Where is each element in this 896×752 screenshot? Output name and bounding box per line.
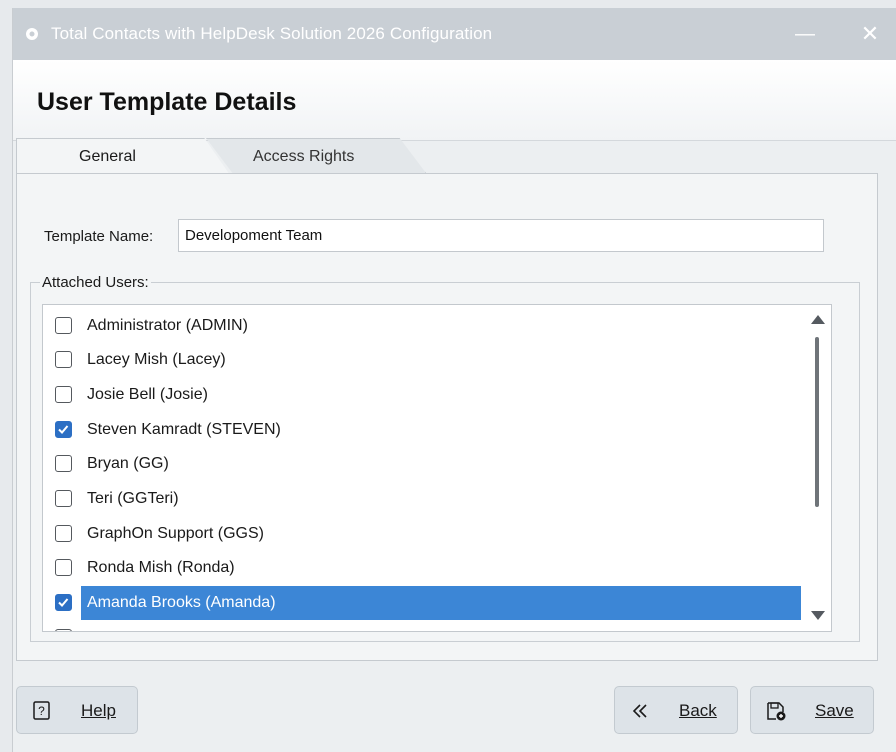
list-item-selected[interactable]: Amanda Brooks (Amanda): [43, 586, 803, 620]
help-button-label: Help: [81, 701, 116, 720]
list-item[interactable]: Teri (GGTeri): [43, 482, 803, 516]
save-button[interactable]: Save: [750, 686, 874, 734]
user-checkbox[interactable]: [55, 594, 72, 611]
user-label: Amanda Brooks (Amanda): [87, 594, 276, 611]
list-item[interactable]: Ronda Mish (Ronda): [43, 551, 803, 585]
user-checkbox[interactable]: [55, 559, 72, 576]
tab-access-rights-label: Access Rights: [253, 148, 355, 165]
list-item-partial[interactable]: [43, 621, 803, 631]
svg-text:?: ?: [38, 704, 45, 718]
header-band: User Template Details: [13, 60, 896, 141]
attached-users-list[interactable]: Administrator (ADMIN) Lacey Mish (Lacey)…: [42, 304, 832, 632]
scroll-up-arrow-icon[interactable]: [811, 315, 825, 324]
user-checkbox[interactable]: [55, 629, 72, 631]
user-checkbox[interactable]: [55, 386, 72, 403]
list-item[interactable]: Lacey Mish (Lacey): [43, 343, 803, 377]
close-button[interactable]: ✕: [856, 20, 884, 48]
user-label: Administrator (ADMIN): [87, 317, 248, 334]
list-item[interactable]: Administrator (ADMIN): [43, 309, 803, 343]
user-checkbox[interactable]: [55, 525, 72, 542]
scroll-down-arrow-icon[interactable]: [811, 611, 825, 620]
tab-access-rights[interactable]: Access Rights: [206, 138, 426, 173]
user-checkbox[interactable]: [55, 317, 72, 334]
save-button-label: Save: [815, 701, 854, 720]
user-label: Lacey Mish (Lacey): [87, 351, 226, 368]
attached-users-label: Attached Users:: [40, 274, 151, 291]
user-label: Ronda Mish (Ronda): [87, 559, 235, 576]
user-label: Teri (GGTeri): [87, 490, 179, 507]
tab-general[interactable]: General: [16, 138, 230, 175]
minimize-button[interactable]: —: [791, 20, 819, 48]
user-label: Bryan (GG): [87, 455, 169, 472]
vertical-scrollbar[interactable]: [803, 305, 831, 631]
user-label: Steven Kamradt (STEVEN): [87, 421, 281, 438]
help-button[interactable]: ? Help: [16, 686, 138, 734]
back-button[interactable]: Back: [614, 686, 738, 734]
title-bar[interactable]: Total Contacts with HelpDesk Solution 20…: [13, 8, 896, 60]
window-title: Total Contacts with HelpDesk Solution 20…: [51, 24, 493, 43]
page-title: User Template Details: [37, 88, 297, 116]
user-label: Josie Bell (Josie): [87, 386, 208, 403]
list-item[interactable]: Josie Bell (Josie): [43, 378, 803, 412]
back-button-label: Back: [679, 701, 717, 720]
save-icon: [767, 702, 786, 721]
scroll-thumb[interactable]: [815, 337, 819, 507]
check-icon: [58, 598, 69, 607]
user-checkbox[interactable]: [55, 490, 72, 507]
template-name-input[interactable]: [178, 219, 824, 252]
list-item[interactable]: Bryan (GG): [43, 447, 803, 481]
app-icon: [26, 28, 38, 40]
tab-general-label: General: [79, 148, 136, 165]
list-item[interactable]: Steven Kamradt (STEVEN): [43, 413, 803, 447]
help-icon: ?: [33, 701, 50, 720]
user-checkbox[interactable]: [55, 421, 72, 438]
template-name-label: Template Name:: [44, 228, 154, 245]
user-checkbox[interactable]: [55, 351, 72, 368]
check-icon: [58, 425, 69, 434]
double-chevron-left-icon: [632, 704, 647, 718]
user-checkbox[interactable]: [55, 455, 72, 472]
user-label: GraphOn Support (GGS): [87, 525, 264, 542]
list-item[interactable]: GraphOn Support (GGS): [43, 517, 803, 551]
